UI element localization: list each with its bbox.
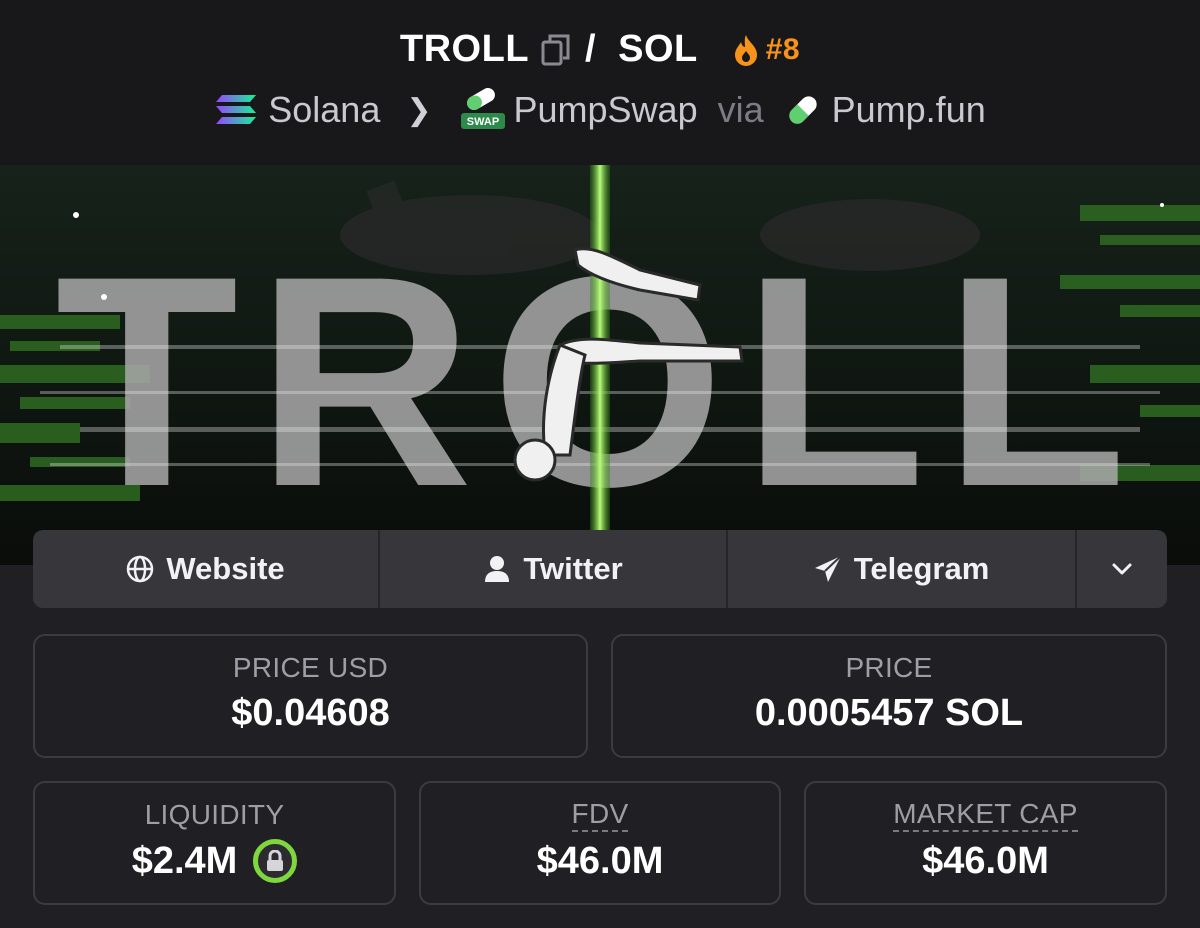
price-native-card: PRICE 0.0005457 SOL	[611, 634, 1167, 758]
copy-icon[interactable]	[541, 33, 571, 67]
token-banner: TROLL	[0, 165, 1200, 565]
paper-plane-icon	[814, 555, 842, 582]
liquidity-lock-badge[interactable]	[253, 839, 298, 883]
base-token-symbol: TROLL	[399, 28, 530, 70]
telegram-button[interactable]: Telegram	[728, 530, 1077, 608]
quote-token-symbol: SOL	[618, 28, 698, 70]
lock-icon	[267, 850, 284, 871]
fdv-value: $46.0M	[536, 840, 664, 882]
chevron-down-icon	[1112, 563, 1132, 575]
pair-separator: /	[585, 28, 597, 70]
solana-icon	[216, 95, 257, 124]
user-icon	[485, 556, 510, 582]
market-cap-label[interactable]: MARKET CAP	[893, 799, 1078, 832]
pill-icon	[788, 96, 817, 124]
market-cap-value: $46.0M	[922, 840, 1049, 882]
social-links-bar: Website Twitter Telegram	[33, 530, 1167, 608]
price-usd-card: PRICE USD $0.04608	[33, 634, 588, 758]
price-native-label: PRICE	[845, 652, 933, 683]
twitter-button[interactable]: Twitter	[380, 530, 728, 608]
liquidity-label: LIQUIDITY	[144, 799, 285, 830]
trending-rank[interactable]: #8	[732, 33, 800, 67]
chain-name[interactable]: Solana	[268, 89, 380, 131]
dex-badge-text: SWAP	[466, 116, 498, 128]
market-cap-card: MARKET CAP $46.0M	[804, 781, 1167, 905]
website-label: Website	[166, 551, 285, 586]
via-label: via	[717, 89, 764, 130]
website-button[interactable]: Website	[33, 530, 380, 608]
liquidity-row: $2.4M	[35, 839, 394, 883]
fdv-label[interactable]: FDV	[571, 799, 629, 832]
trending-rank-label: #8	[765, 32, 801, 66]
launchpad-name[interactable]: Pump.fun	[832, 89, 986, 131]
price-native-value: 0.0005457 SOL	[754, 692, 1024, 734]
flame-icon	[734, 34, 757, 66]
liquidity-card: LIQUIDITY $2.4M	[33, 781, 396, 905]
pair-title-row: TROLL / SOL #8	[0, 28, 1200, 71]
fdv-card: FDV $46.0M	[419, 781, 781, 905]
price-usd-value: $0.04608	[231, 692, 390, 734]
twitter-label: Twitter	[523, 551, 623, 586]
globe-icon	[127, 555, 154, 583]
liquidity-value: $2.4M	[131, 839, 238, 882]
more-links-button[interactable]	[1077, 530, 1167, 608]
banner-artwork: TROLL	[0, 165, 1200, 565]
pair-header: TROLL / SOL #8 Solana ❯ SWAP PumpSwap vi…	[0, 0, 1200, 165]
pair-route: Solana ❯ SWAP PumpSwap via Pump.fun	[0, 88, 1200, 132]
banner-pole	[590, 165, 610, 565]
telegram-label: Telegram	[853, 551, 990, 586]
chevron-right-icon: ❯	[406, 93, 432, 127]
price-usd-label: PRICE USD	[232, 652, 389, 683]
dex-name[interactable]: PumpSwap	[514, 89, 698, 131]
pumpswap-icon: SWAP	[460, 88, 505, 129]
